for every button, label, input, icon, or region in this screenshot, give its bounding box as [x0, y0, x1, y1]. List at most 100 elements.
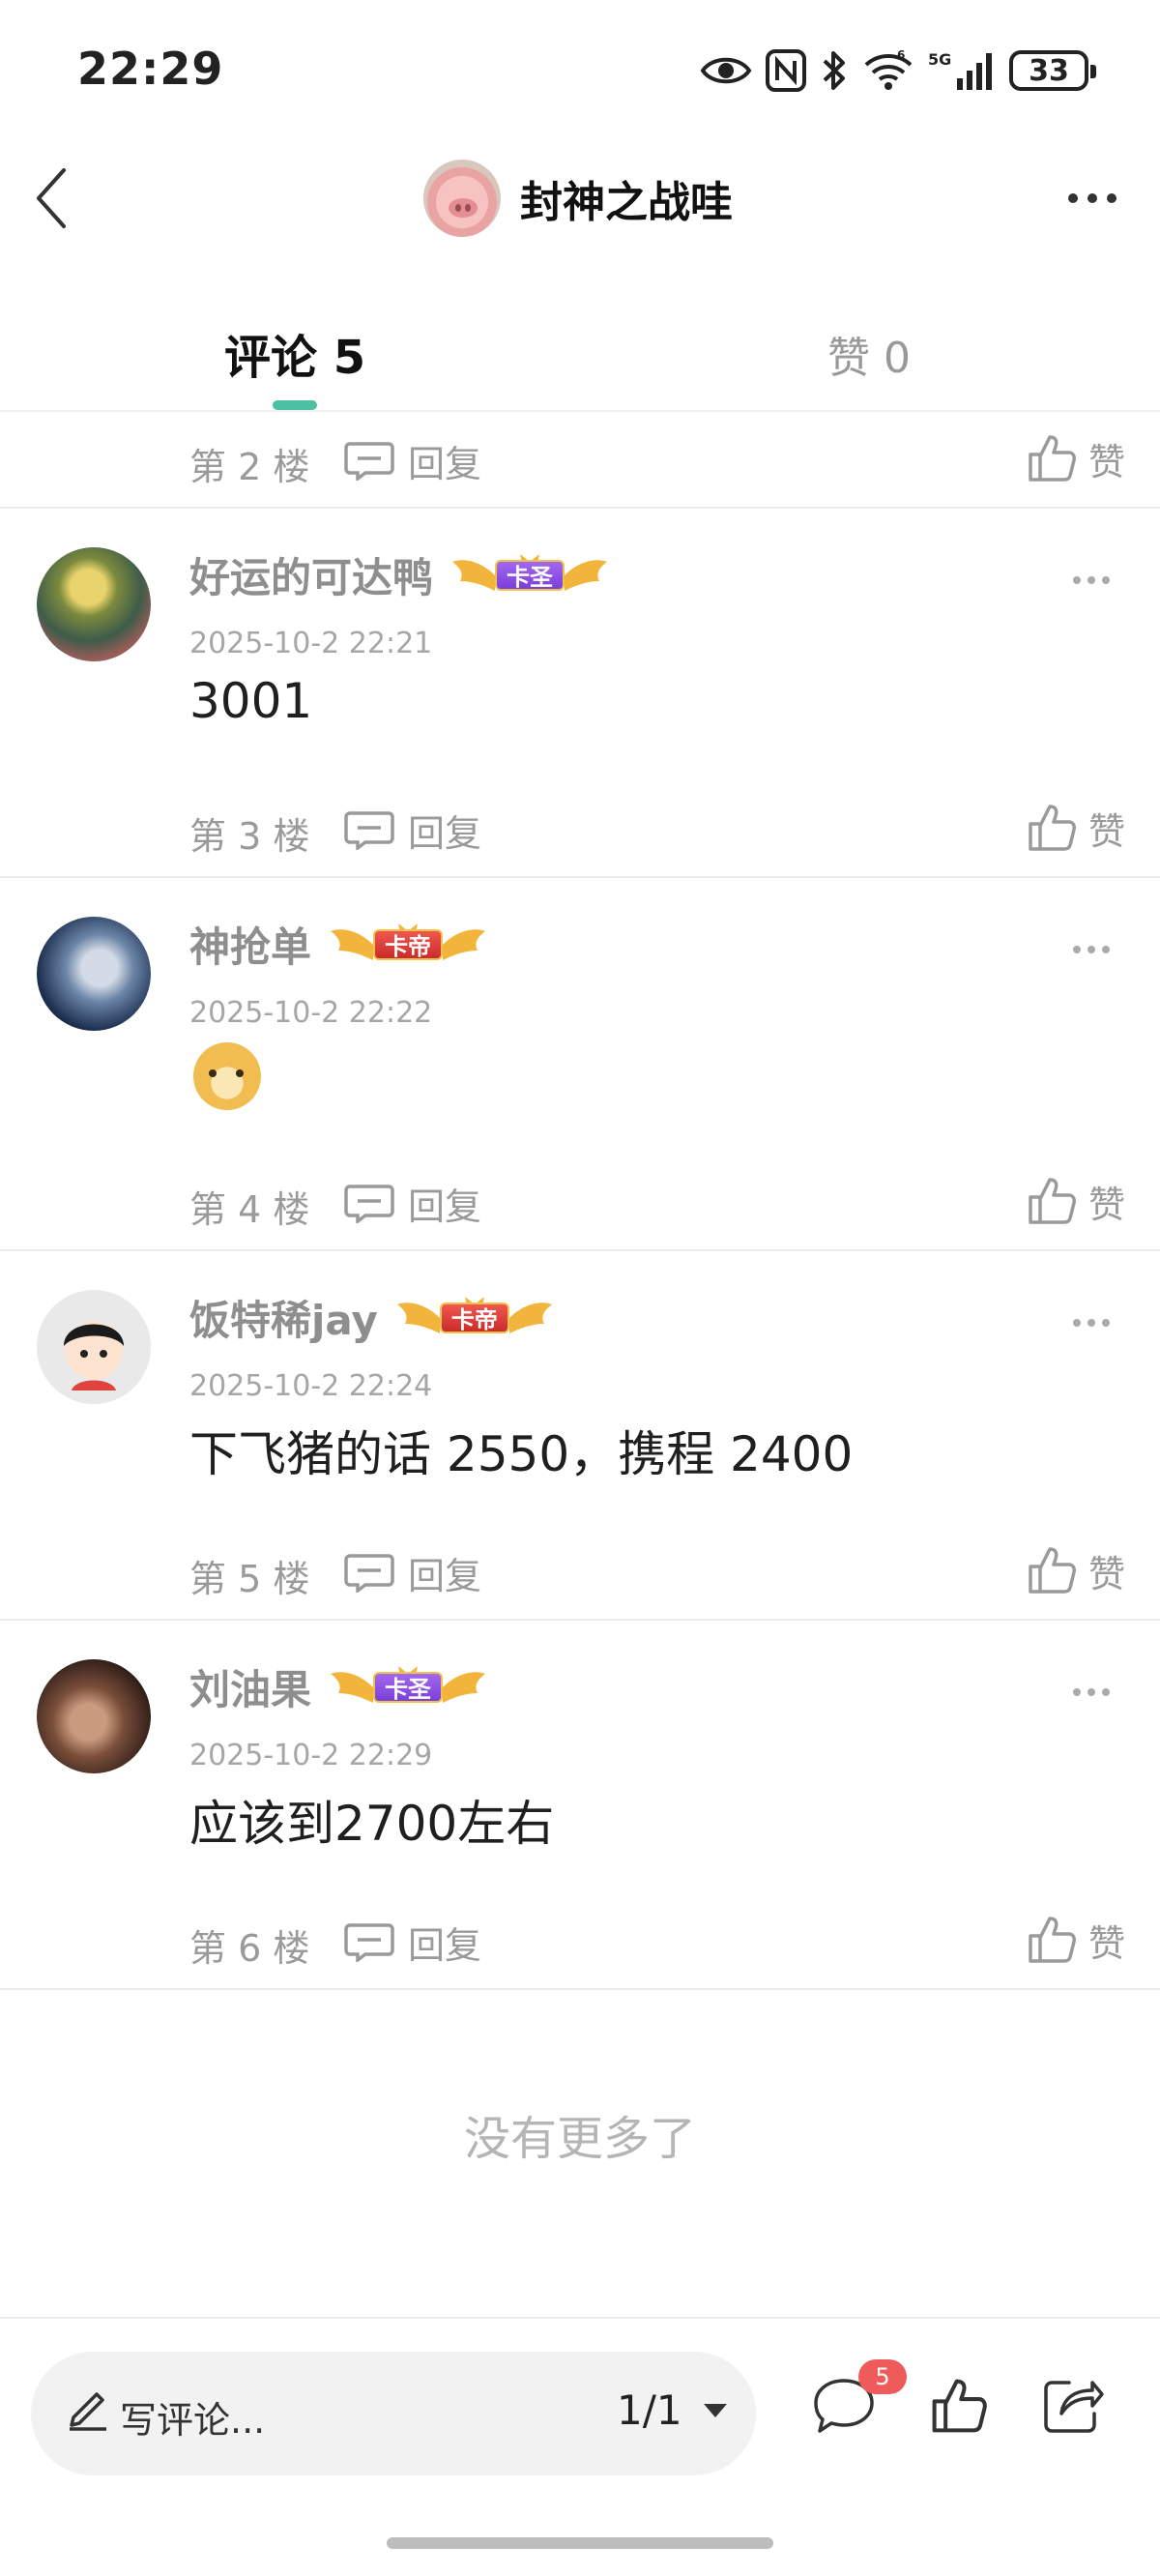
reply-button[interactable]: 回复	[344, 1176, 481, 1230]
svg-text:5G: 5G	[928, 50, 951, 69]
reply-icon	[344, 811, 394, 850]
level-badge: 卡帝	[395, 1291, 554, 1345]
page-title: 封神之战哇	[520, 178, 733, 227]
like-post-button[interactable]	[930, 2377, 988, 2439]
level-badge: 卡圣	[329, 1660, 487, 1714]
5g-signal-icon: 5G	[928, 50, 992, 90]
thumbs-up-icon	[1029, 1547, 1076, 1594]
username-row: 好运的可达鸭 卡圣	[189, 545, 609, 604]
thumbs-up-icon	[932, 2379, 987, 2433]
status-time: 22:29	[77, 43, 224, 95]
avatar[interactable]	[37, 547, 151, 661]
badge-label: 卡帝	[373, 928, 444, 960]
comment-more-icon[interactable]	[1065, 938, 1117, 961]
comment-list: 第 2 楼 回复 赞 好运的可达鸭 卡圣 2025-10-2 22:21 300…	[0, 414, 1160, 1990]
comment-footer: 第 2 楼 回复 赞	[0, 414, 1160, 507]
comment-footer: 第 5 楼 回复 赞	[0, 1526, 1160, 1619]
badge-label: 卡帝	[439, 1302, 509, 1333]
share-button[interactable]	[1042, 2375, 1106, 2439]
username-row: 刘油果 卡圣	[189, 1657, 487, 1716]
reply-button[interactable]: 回复	[344, 1545, 481, 1599]
avatar[interactable]	[37, 1290, 151, 1404]
status-bar: 22:29 6 5G 33	[0, 0, 1160, 135]
level-badge: 卡圣	[450, 548, 609, 602]
badge-label: 卡圣	[495, 559, 566, 591]
comment-more-icon[interactable]	[1065, 1681, 1117, 1704]
avatar[interactable]	[37, 1659, 151, 1773]
page-indicator: 1/1	[617, 2386, 682, 2434]
svg-text:6: 6	[897, 49, 905, 62]
level-badge: 卡帝	[329, 918, 487, 972]
floor-label: 第 2 楼	[189, 446, 310, 488]
cartoon-avatar-icon	[64, 1321, 124, 1390]
comment-content: 3001	[189, 673, 313, 729]
thumbs-up-icon	[1029, 1917, 1076, 1963]
reply-icon	[344, 1554, 394, 1593]
floor-label: 第 6 楼	[189, 1927, 310, 1970]
floor-label: 第 4 楼	[189, 1188, 310, 1231]
username-row: 神抢单 卡帝	[189, 915, 487, 974]
page-selector[interactable]: 1/1	[617, 2386, 727, 2434]
comment-item: 神抢单 卡帝 2025-10-2 22:22 第 4 楼 回复 赞	[0, 878, 1160, 1249]
comment-content: 应该到2700左右	[189, 1796, 555, 1852]
like-button[interactable]: 赞	[1027, 429, 1125, 487]
like-label: 赞	[1088, 1921, 1125, 1965]
doge-emoji-icon	[193, 1042, 261, 1110]
comment-footer: 第 6 楼 回复 赞	[0, 1895, 1160, 1988]
home-indicator	[387, 2537, 773, 2549]
reply-label: 回复	[408, 1554, 482, 1597]
chevron-left-icon	[37, 168, 66, 228]
tab-likes[interactable]: 赞 0	[827, 323, 911, 385]
comment-input[interactable]: 写评论... 1/1	[31, 2352, 756, 2475]
comment-footer: 第 3 楼 回复 赞	[0, 783, 1160, 876]
reply-button[interactable]: 回复	[344, 433, 481, 487]
comment-input-placeholder: 写评论...	[120, 2399, 266, 2442]
back-button[interactable]	[21, 157, 79, 240]
floor-label: 第 3 楼	[189, 815, 310, 858]
timestamp: 2025-10-2 22:24	[189, 1369, 433, 1403]
thread-title[interactable]: 封神之战哇	[423, 157, 733, 240]
share-icon	[1044, 2381, 1104, 2433]
like-button[interactable]: 赞	[1027, 1172, 1125, 1230]
tab-comments[interactable]: 评论 5	[224, 319, 365, 387]
username[interactable]: 刘油果	[189, 1657, 311, 1716]
tab-bar: 评论 5 赞 0	[0, 280, 1160, 412]
reply-label: 回复	[408, 442, 482, 485]
avatar[interactable]	[37, 917, 151, 1031]
username[interactable]: 好运的可达鸭	[189, 545, 433, 604]
thumbs-up-icon	[1029, 805, 1076, 851]
bottom-bar: 写评论... 1/1 5	[0, 2317, 1160, 2576]
badge-label: 卡圣	[373, 1671, 444, 1703]
reply-icon	[344, 1923, 394, 1962]
timestamp: 2025-10-2 22:29	[189, 1739, 433, 1772]
like-button[interactable]: 赞	[1027, 1541, 1125, 1599]
more-dots-icon[interactable]	[1054, 174, 1131, 222]
like-label: 赞	[1088, 440, 1125, 483]
status-icons: 6 5G 33	[700, 44, 1096, 97]
like-button[interactable]: 赞	[1027, 799, 1125, 857]
reply-icon	[344, 442, 394, 481]
author-avatar[interactable]	[423, 160, 501, 237]
username[interactable]: 神抢单	[189, 915, 311, 974]
reply-button[interactable]: 回复	[344, 803, 481, 857]
reply-button[interactable]: 回复	[344, 1915, 481, 1969]
username[interactable]: 饭特稀jay	[189, 1288, 378, 1347]
tab-active-indicator	[273, 400, 317, 410]
reply-label: 回复	[408, 1185, 482, 1228]
floor-label: 第 5 楼	[189, 1558, 310, 1600]
thumbs-up-icon	[1029, 1178, 1076, 1224]
timestamp: 2025-10-2 22:21	[189, 627, 433, 660]
caret-down-icon	[703, 2403, 727, 2417]
comment-content: 下飞猪的话 2550，携程 2400	[189, 1426, 854, 1482]
battery-level: 33	[1029, 53, 1069, 88]
nav-bar: 封神之战哇	[0, 135, 1160, 261]
list-end-text: 没有更多了	[463, 2112, 696, 2166]
comment-more-icon[interactable]	[1065, 1311, 1117, 1334]
reply-label: 回复	[408, 811, 482, 855]
like-button[interactable]: 赞	[1027, 1911, 1125, 1969]
comment-more-icon[interactable]	[1065, 569, 1117, 592]
battery-icon: 33	[1009, 50, 1096, 91]
reply-label: 回复	[408, 1923, 482, 1967]
nfc-icon	[766, 49, 806, 92]
like-label: 赞	[1088, 1552, 1125, 1595]
